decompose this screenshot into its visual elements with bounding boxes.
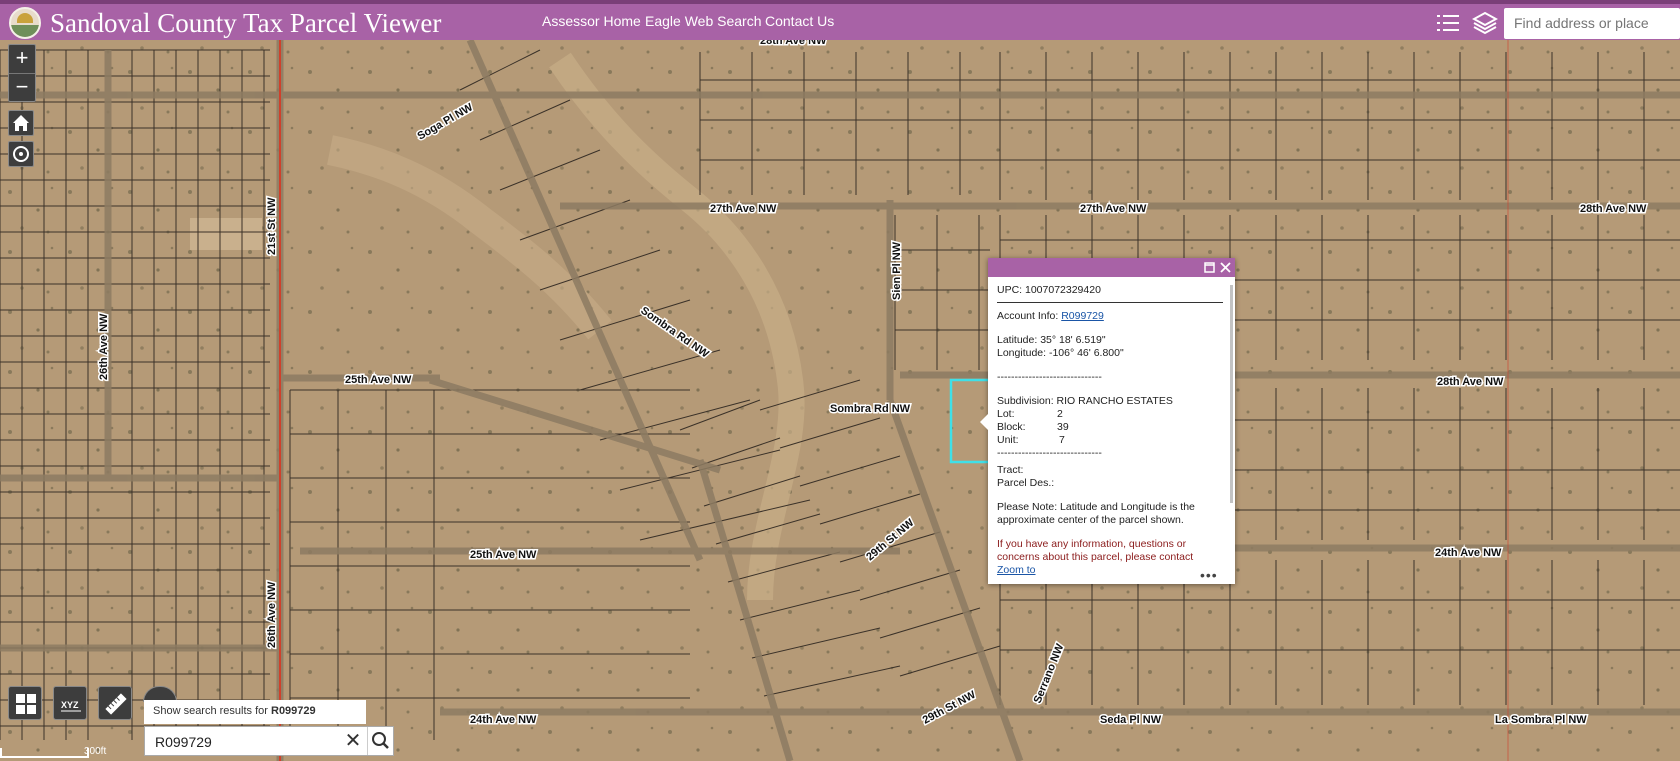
road-label: La Sombra Pl NW xyxy=(1495,714,1587,726)
app-title: Sandoval County Tax Parcel Viewer xyxy=(50,8,442,38)
ruler-icon xyxy=(105,693,127,715)
zoom-control: + − xyxy=(8,44,36,102)
lot-value: 2 xyxy=(1057,408,1063,420)
address-search-field[interactable] xyxy=(1504,8,1680,39)
xyz-coordinate-icon: XYZ xyxy=(61,700,81,712)
address-search-input[interactable] xyxy=(1514,15,1674,31)
lot-row: Lot: 2 xyxy=(997,408,1227,421)
road-label: 25th Ave NW xyxy=(470,549,537,561)
close-icon[interactable] xyxy=(1220,262,1231,273)
measure-button[interactable] xyxy=(98,686,132,720)
suggestion-prefix: Show search results for xyxy=(153,705,268,717)
road-label: 28th Ave NW xyxy=(760,40,827,47)
block-row: Block: 39 xyxy=(997,421,1227,434)
unit-row: Unit: 7 xyxy=(997,434,1227,447)
zoom-out-button[interactable]: − xyxy=(9,74,35,102)
maximize-icon[interactable] xyxy=(1204,262,1215,273)
unit-value: 7 xyxy=(1059,434,1065,446)
road-label: 27th Ave NW xyxy=(710,203,777,215)
account-label: Account Info: xyxy=(997,310,1059,322)
parcel-info-popup: UPC: 1007072329420 Account Info: R099729… xyxy=(980,258,1235,584)
contact-us-link[interactable]: Contact Us xyxy=(765,13,834,29)
account-info: Account Info: R099729 xyxy=(997,310,1227,323)
parcel-des-text: Parcel Des.: xyxy=(997,477,1055,489)
popup-divider xyxy=(997,302,1223,303)
contact-text: If you have any information, questions o… xyxy=(997,538,1194,563)
search-icon xyxy=(372,732,389,749)
coordinate-button[interactable]: XYZ xyxy=(53,686,87,720)
block-label: Block: xyxy=(997,421,1026,433)
road-label: 28th Ave NW xyxy=(1580,203,1647,215)
eagle-web-search-link[interactable]: Eagle Web Search xyxy=(645,13,761,29)
unit-label: Unit: xyxy=(997,434,1019,446)
zoom-to-link[interactable]: Zoom to xyxy=(997,564,1227,577)
suggestion-term: R099729 xyxy=(271,705,316,717)
road-label: 27th Ave NW xyxy=(1080,203,1147,215)
divider-text-2: ------------------------------ xyxy=(997,447,1102,459)
basemap-gallery-button[interactable] xyxy=(8,686,42,720)
road-label: 28th Ave NW xyxy=(1437,376,1504,388)
road-label: 21st St NW xyxy=(266,197,278,255)
home-button[interactable] xyxy=(8,110,34,136)
divider-text: ------------------------------ xyxy=(997,371,1102,383)
road-label: 26th Ave NW xyxy=(98,313,110,380)
svg-text:XYZ: XYZ xyxy=(61,700,79,710)
road-label: Sombra Rd NW xyxy=(830,403,911,415)
tract-text: Tract: xyxy=(997,464,1024,476)
road-label: 24th Ave NW xyxy=(1435,547,1502,559)
popup-header xyxy=(988,258,1235,277)
grid-icon xyxy=(16,694,36,714)
road-label: 24th Ave NW xyxy=(470,714,537,726)
zoom-in-button[interactable]: + xyxy=(9,45,35,74)
assessor-home-link[interactable]: Assessor Home xyxy=(542,13,641,29)
aerial-parcel-map[interactable]: 28th Ave NW 27th Ave NW 27th Ave NW 28th Av… xyxy=(0,40,1680,761)
layers-icon[interactable] xyxy=(1471,10,1499,36)
road-label: 25th Ave NW xyxy=(345,374,412,386)
longitude-text: Longitude: -106° 46' 6.800" xyxy=(997,347,1124,359)
more-options-icon[interactable]: ••• xyxy=(1200,567,1218,583)
county-seal-logo xyxy=(9,7,41,39)
popup-pointer xyxy=(980,414,988,430)
scale-label: 300ft xyxy=(84,746,107,757)
block-value: 39 xyxy=(1057,421,1069,433)
subdivision-text: Subdivision: RIO RANCHO ESTATES xyxy=(997,395,1173,407)
app-header: Sandoval County Tax Parcel Viewer Assess… xyxy=(0,0,1680,40)
popup-scrollbar[interactable] xyxy=(1230,285,1233,503)
parcel-search-input[interactable]: R099729 xyxy=(155,734,212,750)
clear-search-icon[interactable]: ✕ xyxy=(342,730,364,752)
road-label: Sien Pl NW xyxy=(891,241,903,300)
home-icon xyxy=(13,115,29,131)
account-link[interactable]: R099729 xyxy=(1061,310,1104,322)
search-submit-button[interactable] xyxy=(367,727,394,755)
note-text: Please Note: Latitude and Longitude is t… xyxy=(997,501,1195,526)
lot-label: Lot: xyxy=(997,408,1015,420)
locate-icon xyxy=(13,146,29,162)
parcel-search-bar[interactable]: R099729 ✕ xyxy=(144,726,394,756)
road-label: Seda Pl NW xyxy=(1100,714,1162,726)
search-suggestion[interactable]: Show search results for R099729 xyxy=(144,700,366,724)
legend-list-icon[interactable] xyxy=(1435,10,1461,36)
map-view[interactable]: 28th Ave NW 27th Ave NW 27th Ave NW 28th Av… xyxy=(0,40,1680,761)
popup-content: UPC: 1007072329420 Account Info: R099729… xyxy=(997,284,1227,577)
locate-button[interactable] xyxy=(8,141,34,167)
upc-text: UPC: 1007072329420 xyxy=(997,284,1101,296)
scale-bar xyxy=(0,748,89,758)
latitude-text: Latitude: 35° 18' 6.519" xyxy=(997,334,1106,346)
road-label: 26th Ave NW xyxy=(266,581,278,648)
